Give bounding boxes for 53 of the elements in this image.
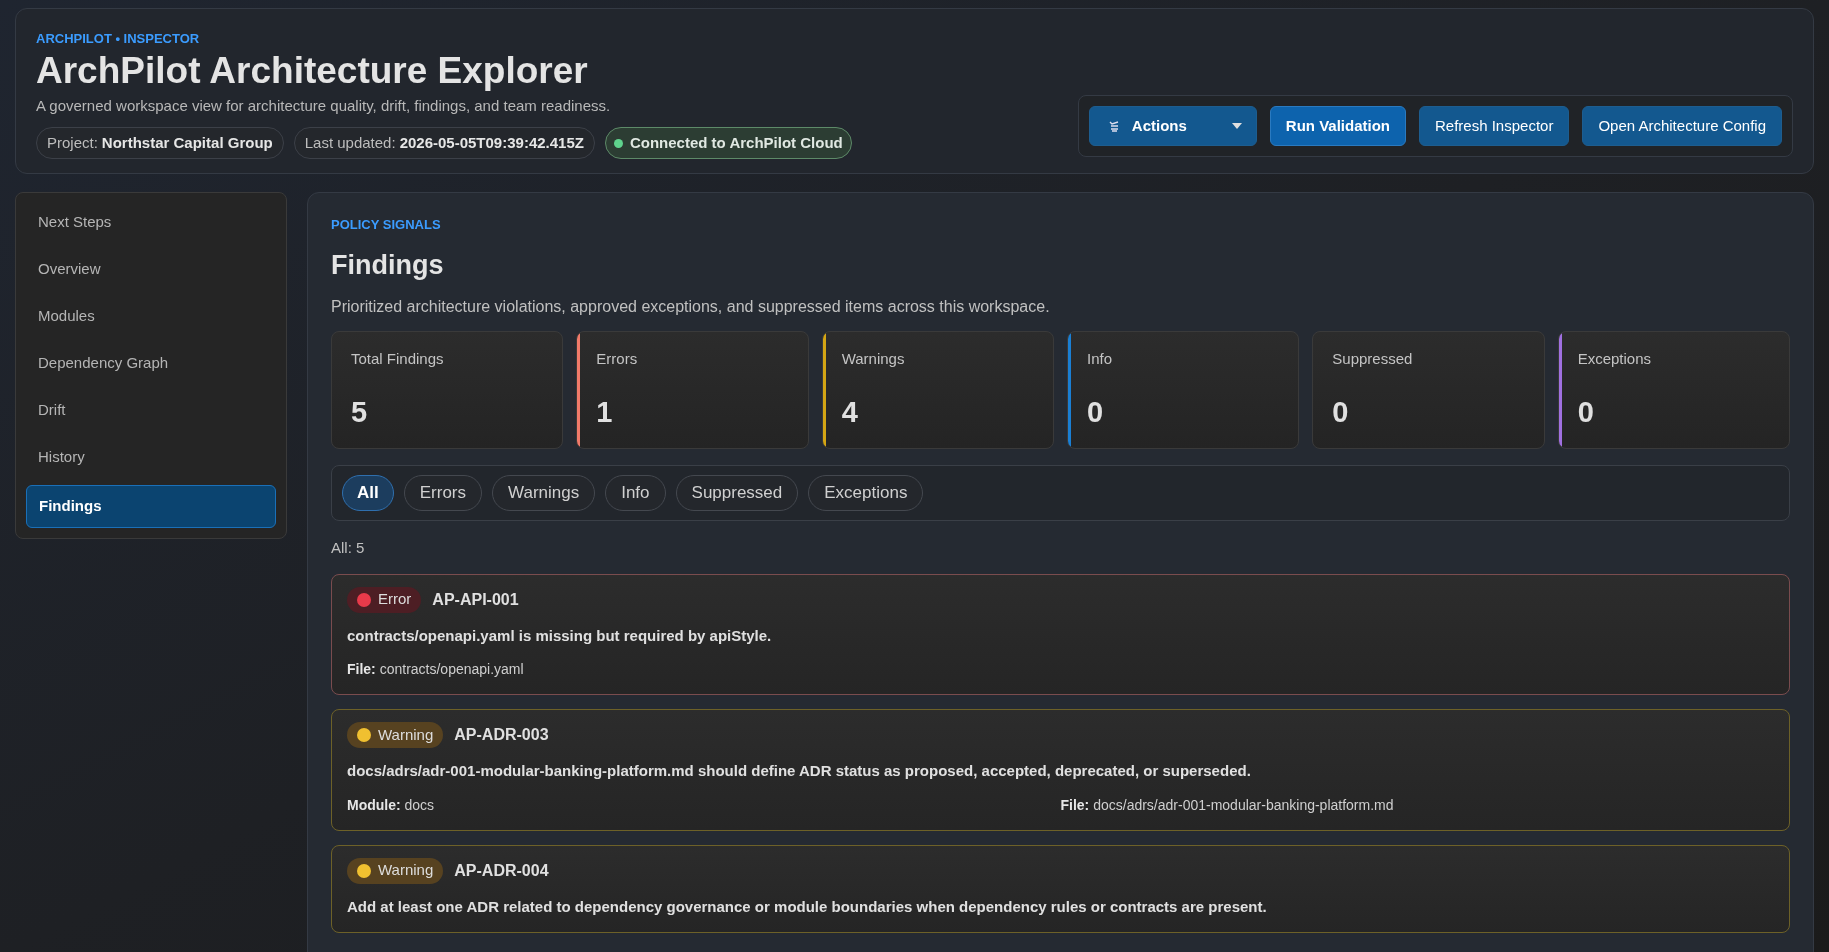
stat-label: Suppressed — [1332, 349, 1414, 369]
filter-pill[interactable]: Exceptions — [808, 475, 924, 511]
severity-badge: Warning — [347, 857, 444, 884]
stat-value: 0 — [1577, 394, 1595, 430]
filter-pill[interactable]: Suppressed — [675, 475, 799, 511]
toolbar-button[interactable]: Refresh Inspector — [1419, 106, 1570, 146]
finding-message: Add at least one ADR related to dependency governance or module boundaries when dependency rules or contracts are present. — [347, 896, 1268, 917]
section-description: Prioritized architecture violations, approved exceptions, and suppressed items across this workspace. — [331, 297, 1051, 317]
finding-code: AP-API-001 — [432, 589, 519, 610]
meta-chip: Project: Northstar Capital Group — [36, 127, 284, 159]
stat-value: 5 — [351, 394, 369, 430]
finding-field: File: docs/adrs/adr-001-modular-banking-platform.md — [1060, 794, 1774, 816]
section-eyebrow: POLICY SIGNALS — [331, 216, 442, 234]
stat-value: 4 — [841, 394, 859, 430]
result-count: All: 5 — [331, 538, 366, 558]
filter-pill[interactable]: Info — [605, 475, 666, 511]
filter-pill[interactable]: Errors — [403, 475, 482, 511]
finding-code: AP-ADR-003 — [454, 725, 549, 745]
connection-status-chip: Connected to ArchPilot Cloud — [604, 127, 852, 159]
sidebar-item[interactable]: Drift — [26, 391, 276, 429]
filter-pill[interactable]: Warnings — [492, 475, 596, 511]
stat-value: 1 — [596, 394, 614, 430]
section-title: Findings — [331, 248, 445, 282]
stat-label: Errors — [596, 349, 639, 369]
stat-label: Info — [1087, 349, 1113, 369]
run-validation-button[interactable]: Run Validation — [1269, 106, 1406, 146]
meta-chip: Last updated: 2026-05-05T09:39:42.415Z — [293, 127, 595, 159]
finding-field: Module: docs — [347, 794, 1061, 816]
caret-icon — [1231, 123, 1242, 129]
sidebar-item[interactable]: Dependency Graph — [26, 344, 276, 382]
sidebar-item[interactable]: History — [26, 438, 276, 476]
filter-pill[interactable]: All — [342, 475, 394, 511]
finding-code: AP-ADR-004 — [454, 860, 549, 881]
list-icon — [1107, 120, 1120, 132]
severity-badge: Error — [347, 586, 422, 613]
stat-label: Warnings — [841, 349, 906, 369]
severity-badge: Warning — [347, 722, 444, 748]
actions-menu-button[interactable]: Actions — [1088, 106, 1257, 146]
toolbar-button[interactable]: Open Architecture Config — [1582, 106, 1782, 146]
stat-value: 0 — [1087, 394, 1105, 430]
sidebar-item[interactable]: Next Steps — [26, 203, 276, 241]
finding-message: contracts/openapi.yaml is missing but required by apiStyle. — [347, 625, 773, 646]
sidebar-item[interactable]: Findings — [26, 485, 276, 528]
stat-label: Exceptions — [1577, 349, 1653, 369]
stat-value: 0 — [1332, 394, 1350, 430]
stat-label: Total Findings — [351, 349, 445, 369]
eyebrow-label: ARCHPILOT • INSPECTOR — [36, 30, 201, 48]
finding-field: File: contracts/openapi.yaml — [347, 659, 1061, 680]
sidebar-item[interactable]: Overview — [26, 250, 276, 288]
app-title: ArchPilot Architecture Explorer — [36, 48, 589, 93]
finding-message: docs/adrs/adr-001-modular-banking-platform.md should define ADR status as proposed, accepted, deprecated, or superseded. — [347, 761, 1252, 781]
sidebar-item[interactable]: Modules — [26, 297, 276, 335]
app-subtitle: A governed workspace view for architecture quality, drift, findings, and team readiness. — [36, 95, 612, 116]
